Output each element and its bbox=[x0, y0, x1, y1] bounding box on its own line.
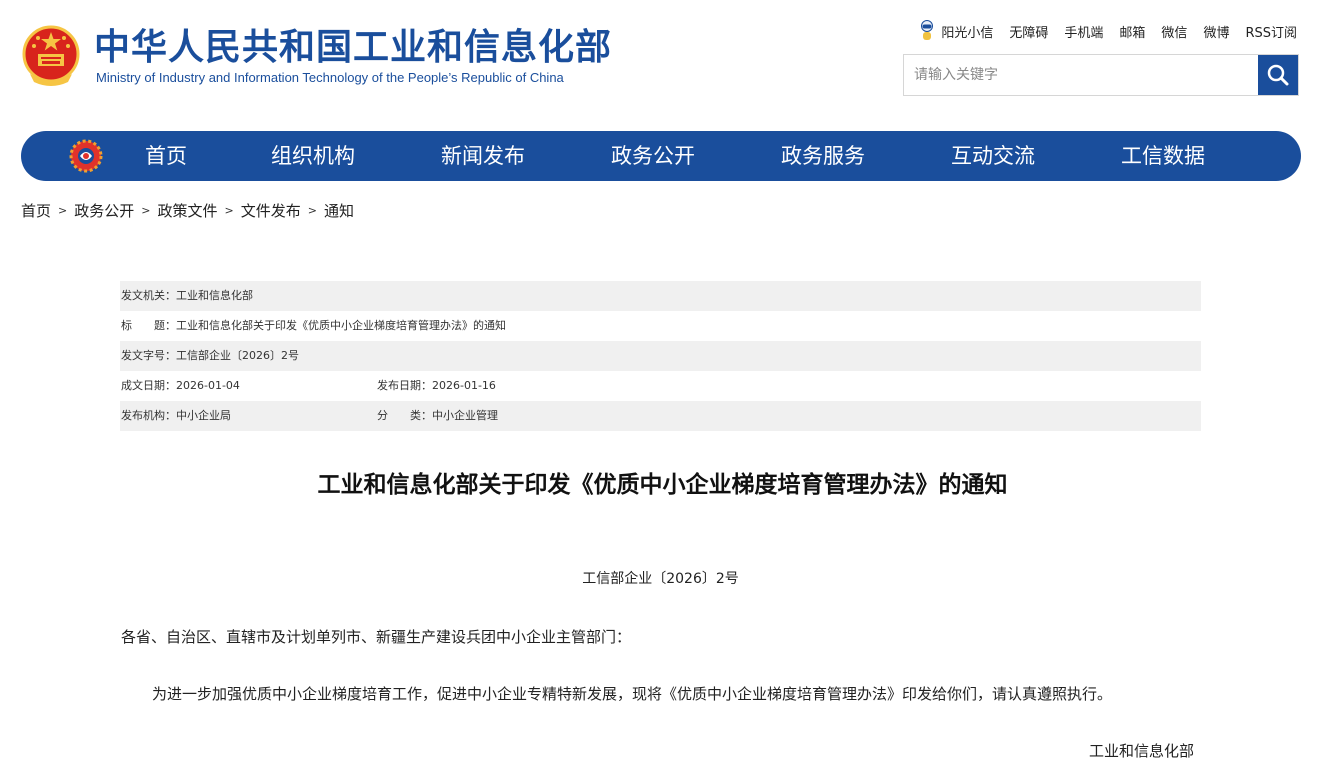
link-mobile[interactable]: 手机端 bbox=[1064, 22, 1103, 41]
meta-row-title: 标 题：工业和信息化部关于印发《优质中小企业梯度培育管理办法》的通知 bbox=[120, 311, 1201, 341]
link-weibo[interactable]: 微博 bbox=[1203, 22, 1229, 41]
link-rss[interactable]: RSS订阅 bbox=[1245, 22, 1297, 41]
meta-category-label: 分 类： bbox=[377, 409, 432, 422]
search-box bbox=[903, 54, 1299, 96]
breadcrumb-government-affairs[interactable]: 政务公开 bbox=[74, 200, 134, 221]
meta-title: 工业和信息化部关于印发《优质中小企业梯度培育管理办法》的通知 bbox=[176, 319, 506, 332]
meta-issuer: 工业和信息化部 bbox=[176, 289, 253, 302]
nav-item-government-services[interactable]: 政务服务 bbox=[781, 131, 865, 181]
site-title[interactable]: 中华人民共和国工业和信息化部 bbox=[94, 28, 612, 68]
signature: 工业和信息化部 bbox=[1089, 742, 1195, 760]
meta-row-issuer: 发文机关：工业和信息化部 bbox=[120, 281, 1201, 311]
top-links: 阳光小信 无障碍 手机端 邮箱 微信 微博 RSS订阅 bbox=[919, 20, 1297, 42]
meta-org-label: 发布机构： bbox=[121, 409, 176, 422]
meta-row-docno: 发文字号：工信部企业〔2026〕2号 bbox=[120, 341, 1201, 371]
miit-logo-icon bbox=[69, 139, 103, 173]
breadcrumb-file-release[interactable]: 文件发布 bbox=[241, 200, 301, 221]
national-emblem-icon bbox=[22, 25, 80, 86]
main-nav: 首页 组织机构 新闻发布 政务公开 政务服务 互动交流 工信数据 bbox=[21, 131, 1301, 181]
link-accessibility[interactable]: 无障碍 bbox=[1009, 22, 1048, 41]
chevron-right-icon: > bbox=[58, 204, 68, 217]
nav-item-interaction[interactable]: 互动交流 bbox=[951, 131, 1035, 181]
search-button[interactable] bbox=[1258, 55, 1298, 95]
meta-category: 中小企业管理 bbox=[432, 409, 498, 422]
meta-created-date: 2026-01-04 bbox=[176, 379, 240, 392]
nav-item-organization[interactable]: 组织机构 bbox=[271, 131, 355, 181]
chevron-right-icon: > bbox=[141, 204, 151, 217]
breadcrumb-notice[interactable]: 通知 bbox=[324, 200, 354, 221]
document-title: 工业和信息化部关于印发《优质中小企业梯度培育管理办法》的通知 bbox=[317, 472, 1008, 498]
search-input[interactable] bbox=[904, 55, 1258, 95]
meta-published-label: 发布日期： bbox=[377, 379, 432, 392]
chevron-right-icon: > bbox=[224, 204, 234, 217]
nav-item-government-affairs[interactable]: 政务公开 bbox=[611, 131, 695, 181]
breadcrumb-policy-documents[interactable]: 政策文件 bbox=[157, 200, 217, 221]
site-subtitle: Ministry of Industry and Information Tec… bbox=[96, 70, 564, 85]
salutation: 各省、自治区、直辖市及计划单列市、新疆生产建设兵团中小企业主管部门： bbox=[121, 628, 632, 646]
document-number: 工信部企业〔2026〕2号 bbox=[582, 571, 739, 587]
meta-published-date: 2026-01-16 bbox=[432, 379, 496, 392]
body-paragraph: 为进一步加强优质中小企业梯度培育工作，促进中小企业专精特新发展，现将《优质中小企… bbox=[152, 685, 1113, 703]
meta-docno: 工信部企业〔2026〕2号 bbox=[176, 349, 299, 362]
document-metadata: 发文机关：工业和信息化部 标 题：工业和信息化部关于印发《优质中小企业梯度培育管… bbox=[120, 281, 1201, 431]
breadcrumb-home[interactable]: 首页 bbox=[21, 200, 51, 221]
meta-docno-label: 发文字号： bbox=[121, 349, 176, 362]
nav-item-data[interactable]: 工信数据 bbox=[1121, 131, 1205, 181]
search-icon bbox=[1267, 64, 1289, 86]
nav-item-news[interactable]: 新闻发布 bbox=[441, 131, 525, 181]
link-sunshine-assistant[interactable]: 阳光小信 bbox=[941, 22, 993, 41]
link-mailbox[interactable]: 邮箱 bbox=[1119, 22, 1145, 41]
meta-org: 中小企业局 bbox=[176, 409, 231, 422]
link-wechat[interactable]: 微信 bbox=[1161, 22, 1187, 41]
meta-created-label: 成文日期： bbox=[121, 379, 176, 392]
meta-row-dates: 成文日期：2026-01-04 发布日期：2026-01-16 bbox=[120, 371, 1201, 401]
meta-title-label: 标 题： bbox=[121, 319, 176, 332]
chevron-right-icon: > bbox=[307, 204, 317, 217]
robot-assistant-icon[interactable] bbox=[919, 20, 935, 42]
meta-row-org: 发布机构：中小企业局 分 类：中小企业管理 bbox=[120, 401, 1201, 431]
breadcrumb: 首页 > 政务公开 > 政策文件 > 文件发布 > 通知 bbox=[21, 200, 354, 221]
meta-issuer-label: 发文机关： bbox=[121, 289, 176, 302]
nav-item-home[interactable]: 首页 bbox=[145, 131, 187, 181]
